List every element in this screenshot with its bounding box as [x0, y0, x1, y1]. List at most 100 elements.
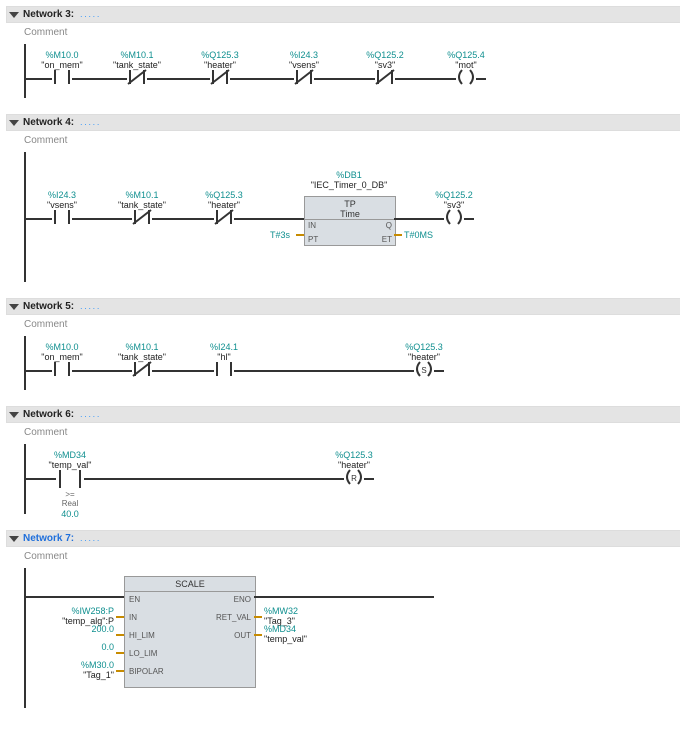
- symbol-name: "vsens": [274, 60, 334, 70]
- collapse-icon[interactable]: [9, 12, 19, 18]
- block-label: SCALE: [125, 577, 255, 592]
- power-rail: [24, 152, 26, 282]
- et-value[interactable]: T#0MS: [404, 230, 433, 240]
- address: %M10.0: [32, 342, 92, 352]
- pin-value[interactable]: %M30.0"Tag_1": [44, 660, 114, 680]
- wire: [234, 370, 414, 372]
- pin-IN: IN: [129, 613, 137, 622]
- stub: [394, 234, 402, 236]
- pin-value[interactable]: %MW32"Tag_3": [264, 606, 344, 626]
- contact-rcoil[interactable]: %Q125.3"heater"R: [324, 450, 384, 487]
- address: %I24.3: [32, 190, 92, 200]
- symbol-name: "mot": [436, 60, 496, 70]
- pin-IN: IN: [308, 221, 316, 230]
- stub: [254, 634, 262, 636]
- pin-value[interactable]: 200.0: [44, 624, 114, 634]
- pin-PT: PT: [308, 235, 318, 244]
- rung: %M10.0"on_mem"%M10.1"tank_state"%Q125.3"…: [24, 44, 680, 98]
- network-3: Network 3: ..... Comment %M10.0"on_mem"%…: [6, 6, 680, 98]
- address: %Q125.2: [424, 190, 484, 200]
- symbol-name: "hl": [194, 352, 254, 362]
- rung: %I24.3"vsens" %M10.1"tank_state" %Q125.3"h…: [24, 152, 680, 282]
- stub: [116, 670, 124, 672]
- dots-icon: .....: [80, 302, 101, 311]
- dots-icon: .....: [80, 410, 101, 419]
- collapse-icon[interactable]: [9, 412, 19, 418]
- contact-nc[interactable]: %Q125.3"heater": [194, 190, 254, 227]
- network-header[interactable]: Network 5: .....: [6, 298, 680, 315]
- timer-block[interactable]: TPTimeINPTQET: [304, 196, 396, 246]
- collapse-icon[interactable]: [9, 536, 19, 542]
- symbol-name: "sv3": [424, 200, 484, 210]
- comment[interactable]: Comment: [6, 315, 680, 332]
- symbol-name: "on_mem": [32, 60, 92, 70]
- symbol-name: "tank_state": [112, 352, 172, 362]
- symbol-name: "tank_state": [107, 60, 167, 70]
- contact-no[interactable]: %M10.0"on_mem": [32, 50, 92, 87]
- contact-nc[interactable]: %Q125.2"sv3": [355, 50, 415, 87]
- pin-BIPOLAR: BIPOLAR: [129, 667, 164, 676]
- network-header[interactable]: Network 3: .....: [6, 6, 680, 23]
- network-title: Network 4:: [23, 117, 74, 128]
- comment[interactable]: Comment: [6, 423, 680, 440]
- contact-scoil[interactable]: %Q125.3"heater"S: [394, 342, 454, 379]
- address: %Q125.3: [190, 50, 250, 60]
- contact-nc[interactable]: %M10.1"tank_state": [112, 190, 172, 227]
- dots-icon: .....: [80, 534, 101, 543]
- compare-op: >=Real: [40, 491, 100, 509]
- scale-block[interactable]: SCALEENINHI_LIMLO_LIMBIPOLARENORET_VALOU…: [124, 576, 256, 688]
- block-type: TPTime: [305, 197, 395, 220]
- stub: [296, 234, 304, 236]
- contact-nc[interactable]: %M10.1"tank_state": [107, 50, 167, 87]
- symbol-name: "temp_val": [40, 460, 100, 470]
- stub: [254, 616, 262, 618]
- wire: [464, 218, 474, 220]
- pin-ET: ET: [382, 235, 392, 244]
- pin-value[interactable]: %MD34"temp_val": [264, 624, 344, 644]
- collapse-icon[interactable]: [9, 120, 19, 126]
- address: %MD34: [40, 450, 100, 460]
- pin-value[interactable]: %IW258:P"temp_alg":P: [44, 606, 114, 626]
- dots-icon: .....: [80, 10, 101, 19]
- network-7: Network 7: ..... Comment SCALEENINHI_LIM…: [6, 530, 680, 708]
- address: %M10.1: [112, 190, 172, 200]
- network-header[interactable]: Network 7: .....: [6, 530, 680, 547]
- contact-no[interactable]: %M10.0"on_mem": [32, 342, 92, 379]
- contact-no[interactable]: %I24.1"hl": [194, 342, 254, 379]
- comment[interactable]: Comment: [6, 131, 680, 148]
- comment[interactable]: Comment: [6, 547, 680, 564]
- pin-value[interactable]: 0.0: [44, 642, 114, 652]
- address: %Q125.4: [436, 50, 496, 60]
- collapse-icon[interactable]: [9, 304, 19, 310]
- pin-EN: EN: [129, 595, 140, 604]
- contact-coil[interactable]: %Q125.4"mot": [436, 50, 496, 87]
- wire: [476, 78, 486, 80]
- symbol-name: "vsens": [32, 200, 92, 210]
- address: %Q125.3: [324, 450, 384, 460]
- power-rail: [24, 568, 26, 708]
- address: %Q125.3: [394, 342, 454, 352]
- network-header[interactable]: Network 6: .....: [6, 406, 680, 423]
- comment[interactable]: Comment: [6, 23, 680, 40]
- symbol-name: "on_mem": [32, 352, 92, 362]
- compare-const[interactable]: 40.0: [40, 509, 100, 519]
- wire: [26, 596, 124, 598]
- compare-block[interactable]: %MD34"temp_val" >=Real40.0: [40, 450, 100, 519]
- contact-no[interactable]: %I24.3"vsens": [32, 190, 92, 227]
- network-header[interactable]: Network 4: .....: [6, 114, 680, 131]
- contact-nc[interactable]: %Q125.3"heater": [190, 50, 250, 87]
- contact-nc[interactable]: %I24.3"vsens": [274, 50, 334, 87]
- network-title: Network 7:: [23, 533, 74, 544]
- network-title: Network 5:: [23, 301, 74, 312]
- wire: [434, 370, 444, 372]
- wire: [84, 478, 344, 480]
- address: %M10.1: [107, 50, 167, 60]
- pt-value[interactable]: T#3s: [270, 230, 290, 240]
- contact-coil[interactable]: %Q125.2"sv3": [424, 190, 484, 227]
- stub: [116, 616, 124, 618]
- svg-text:S: S: [421, 366, 426, 375]
- wire: [254, 596, 434, 598]
- address: %Q125.3: [194, 190, 254, 200]
- contact-nc[interactable]: %M10.1"tank_state": [112, 342, 172, 379]
- symbol-name: "heater": [324, 460, 384, 470]
